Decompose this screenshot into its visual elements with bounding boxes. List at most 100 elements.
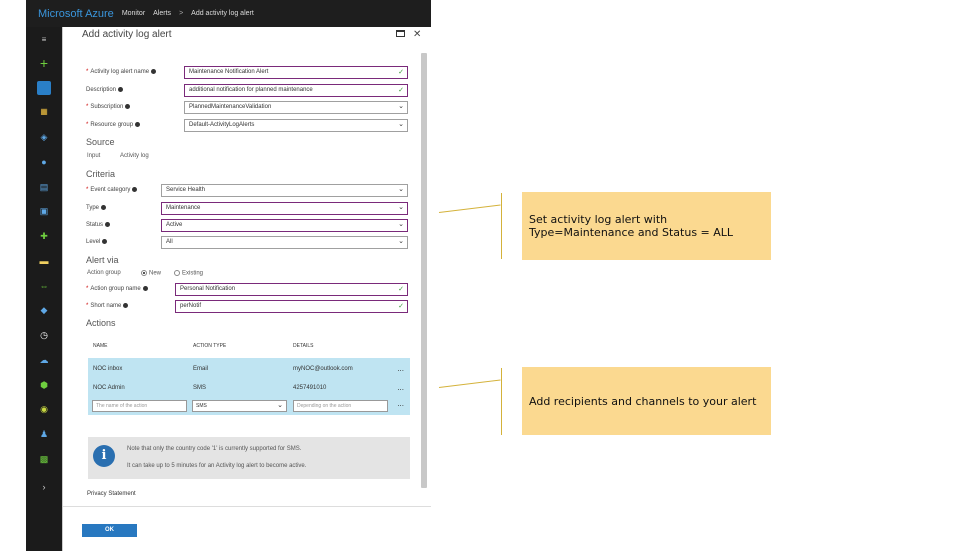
status-select[interactable]: Active ⌄ [161, 219, 408, 232]
puzzle-icon[interactable]: ✚ [37, 229, 51, 243]
info-icon [142, 286, 148, 291]
resource-group-row: * Resource group Default-ActivityLogAlert… [86, 119, 416, 132]
resource-group-select[interactable]: Default-ActivityLogAlerts ⌄ [184, 119, 408, 132]
radio-new[interactable]: New [141, 270, 161, 277]
new-action-type-select[interactable]: SMS ⌄ [192, 400, 287, 412]
ok-button[interactable]: OK [82, 524, 137, 537]
subscription-row: * Subscription PlannedMaintenanceValidati… [86, 101, 416, 114]
azure-portal-screenshot: Microsoft Azure Monitor Alerts > Add act… [26, 0, 431, 551]
privacy-link[interactable]: Privacy Statement [87, 491, 136, 497]
row-name: NOC Admin [93, 385, 125, 391]
callout-line: Type=Maintenance and Status = ALL [529, 226, 734, 239]
level-label: Level [86, 239, 108, 245]
row-type: Email [193, 366, 209, 372]
short-name-label: * Short name [86, 303, 129, 309]
info-icon [101, 205, 107, 210]
check-icon: ✓ [398, 69, 404, 76]
subscription-label: * Subscription [86, 104, 131, 110]
new-action-details-input[interactable]: Depending on the action [293, 400, 388, 412]
more-icon[interactable]: ... [397, 399, 404, 408]
table-row[interactable]: NOC Admin SMS 4257491010 ... [88, 380, 410, 397]
resource-group-label: * Resource group [86, 122, 141, 128]
shield-icon[interactable]: ⬢ [37, 378, 51, 392]
top-bar: Microsoft Azure Monitor Alerts > Add act… [26, 0, 431, 27]
add-icon[interactable]: + [37, 56, 51, 70]
radio-selected-icon [141, 270, 147, 276]
chevron-down-icon: ⌄ [398, 221, 404, 228]
table-header: NAME ACTION TYPE DETAILS [88, 337, 410, 353]
scrollbar[interactable] [421, 53, 427, 488]
level-select[interactable]: All ⌄ [161, 236, 408, 249]
blade-header: Add activity log alert ✕ [63, 27, 431, 44]
actions-table: NAME ACTION TYPE DETAILS NOC inbox Email… [88, 337, 410, 425]
column-action-type: ACTION TYPE [193, 343, 227, 349]
short-name-row: * Short name perNotif ✓ [86, 300, 416, 313]
level-row: Level All ⌄ [86, 236, 416, 249]
short-name-input[interactable]: perNotif ✓ [175, 300, 408, 313]
check-icon: ✓ [398, 87, 404, 94]
more-icon[interactable]: ... [397, 364, 404, 373]
cube-icon[interactable]: ◈ [37, 130, 51, 144]
event-category-select[interactable]: Service Health ⌄ [161, 184, 408, 197]
radio-existing[interactable]: Existing [174, 270, 203, 277]
maximize-icon[interactable] [396, 30, 405, 37]
user-icon[interactable]: ♟ [37, 427, 51, 441]
chevron-down-icon: ⌄ [277, 402, 283, 409]
description-input[interactable]: additional notification for planned main… [184, 84, 408, 97]
description-row: Description additional notification for … [86, 84, 416, 97]
callout-leader-1 [438, 204, 501, 213]
terminal-icon[interactable]: ▩ [37, 452, 51, 466]
info-icon [151, 69, 157, 74]
action-group-name-input[interactable]: Personal Notification ✓ [175, 283, 408, 296]
monitor-icon[interactable]: ▣ [37, 204, 51, 218]
all-resources-icon[interactable]: ▦ [37, 105, 51, 119]
info-icon [132, 187, 138, 192]
hamburger-icon[interactable]: ≡ [37, 33, 51, 47]
more-icon[interactable]: ... [397, 383, 404, 392]
radio-empty-icon [174, 270, 180, 276]
close-icon[interactable]: ✕ [413, 29, 421, 40]
callout-actions: Add recipients and channels to your aler… [522, 367, 771, 435]
info-icon [123, 303, 129, 308]
circle-icon[interactable]: ◉ [37, 402, 51, 416]
add-alert-blade: Add activity log alert ✕ * Activity log a… [62, 27, 431, 551]
breadcrumb-add-alert: Add activity log alert [191, 10, 254, 17]
sql-icon[interactable]: ▤ [37, 180, 51, 194]
action-group-label: Action group [87, 270, 121, 276]
status-label: Status [86, 222, 111, 228]
check-icon: ✓ [398, 303, 404, 310]
clock-icon[interactable]: ◷ [37, 328, 51, 342]
callout-bracket-1 [501, 193, 502, 259]
table-row[interactable]: NOC inbox Email myNOC@outlook.com ... [88, 358, 410, 380]
dashboard-icon[interactable] [37, 81, 51, 95]
input-value: Activity log [120, 153, 149, 159]
source-heading: Source [86, 137, 115, 147]
callout-criteria: Set activity log alert with Type=Mainten… [522, 192, 771, 260]
new-action-name-input[interactable]: The name of the action [92, 400, 187, 412]
row-name: NOC inbox [93, 366, 123, 372]
type-label: Type [86, 205, 107, 211]
sms-note: i Note that only the country code '1' is… [88, 437, 410, 479]
alert-name-input[interactable]: Maintenance Notification Alert ✓ [184, 66, 408, 79]
globe-icon[interactable]: ● [37, 155, 51, 169]
note-line-2: It can take up to 5 minutes for an Activ… [127, 463, 307, 469]
info-icon [102, 239, 108, 244]
chevron-down-icon: ⌄ [398, 238, 404, 245]
diamond-icon[interactable]: ◆ [37, 303, 51, 317]
input-label: Input [87, 153, 101, 159]
blade-title: Add activity log alert [82, 29, 172, 40]
type-select[interactable]: Maintenance ⌄ [161, 202, 408, 215]
code-icon[interactable]: ⇔ [37, 279, 51, 293]
brand-logo[interactable]: Microsoft Azure [38, 8, 114, 20]
cloud-icon[interactable]: ☁ [37, 353, 51, 367]
info-icon [125, 104, 131, 109]
chevron-right-icon[interactable]: › [37, 480, 51, 494]
breadcrumb-monitor[interactable]: Monitor [122, 10, 145, 17]
new-action-row: The name of the action SMS ⌄ Depending on… [88, 397, 410, 415]
card-icon[interactable]: ▬ [37, 254, 51, 268]
subscription-select[interactable]: PlannedMaintenanceValidation ⌄ [184, 101, 408, 114]
info-icon [135, 122, 141, 127]
breadcrumb-alerts[interactable]: Alerts [153, 10, 171, 17]
status-row: Status Active ⌄ [86, 219, 416, 232]
alert-name-label: * Activity log alert name [86, 69, 157, 75]
